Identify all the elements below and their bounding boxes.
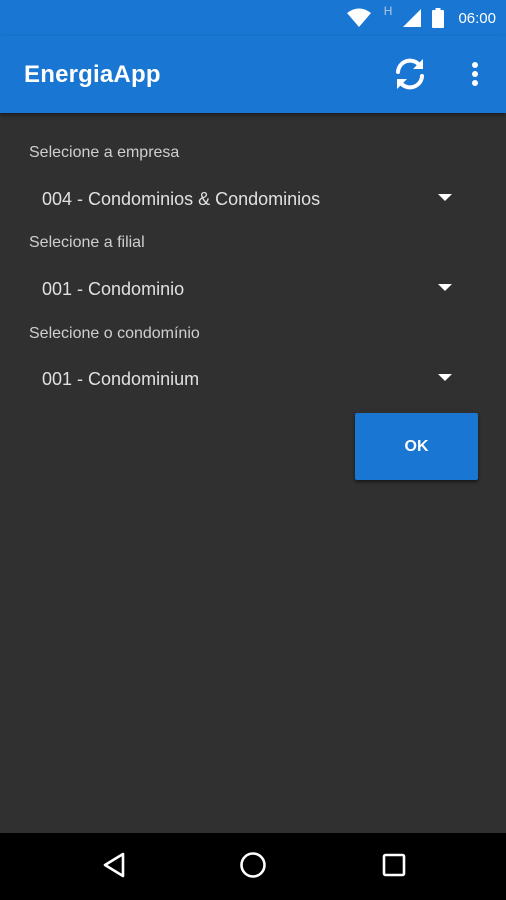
dropdown-arrow-icon — [438, 374, 452, 381]
status-bar: H 06:00 — [0, 0, 506, 36]
overflow-menu-icon — [471, 61, 479, 92]
empresa-dropdown[interactable]: 004 - Condominios & Condominios — [28, 177, 478, 221]
wifi-icon — [346, 8, 372, 28]
dropdown-arrow-icon — [438, 284, 452, 291]
ok-button[interactable]: OK — [355, 413, 478, 480]
refresh-icon — [392, 56, 428, 97]
home-button[interactable] — [231, 845, 275, 889]
back-button[interactable] — [92, 845, 136, 889]
home-icon — [239, 851, 267, 884]
status-time: 06:00 — [458, 9, 496, 27]
recents-button[interactable] — [372, 845, 416, 889]
content-area: Selecione a empresa 004 - Condominios & … — [0, 113, 506, 833]
condominio-dropdown[interactable]: 001 - Condominium — [28, 357, 478, 401]
back-icon — [102, 852, 126, 883]
battery-icon — [432, 8, 445, 28]
overflow-menu-button[interactable] — [460, 54, 490, 98]
app-bar: EnergiaApp — [0, 36, 506, 113]
filial-dropdown[interactable]: 001 - Condominio — [28, 267, 478, 311]
condominio-label: Selecione o condomínio — [29, 325, 200, 342]
condominio-selected-value: 001 - Condominium — [42, 368, 200, 389]
recents-icon — [382, 853, 406, 882]
refresh-button[interactable] — [388, 54, 432, 98]
navigation-bar — [0, 833, 506, 900]
app-title: EnergiaApp — [24, 60, 161, 88]
filial-selected-value: 001 - Condominio — [42, 278, 185, 299]
empresa-selected-value: 004 - Condominios & Condominios — [42, 188, 321, 209]
signal-icon — [402, 8, 422, 28]
filial-label: Selecione a filial — [29, 234, 145, 251]
empresa-label: Selecione a empresa — [29, 144, 180, 161]
network-type-label: H — [383, 4, 393, 18]
dropdown-arrow-icon — [438, 194, 452, 201]
